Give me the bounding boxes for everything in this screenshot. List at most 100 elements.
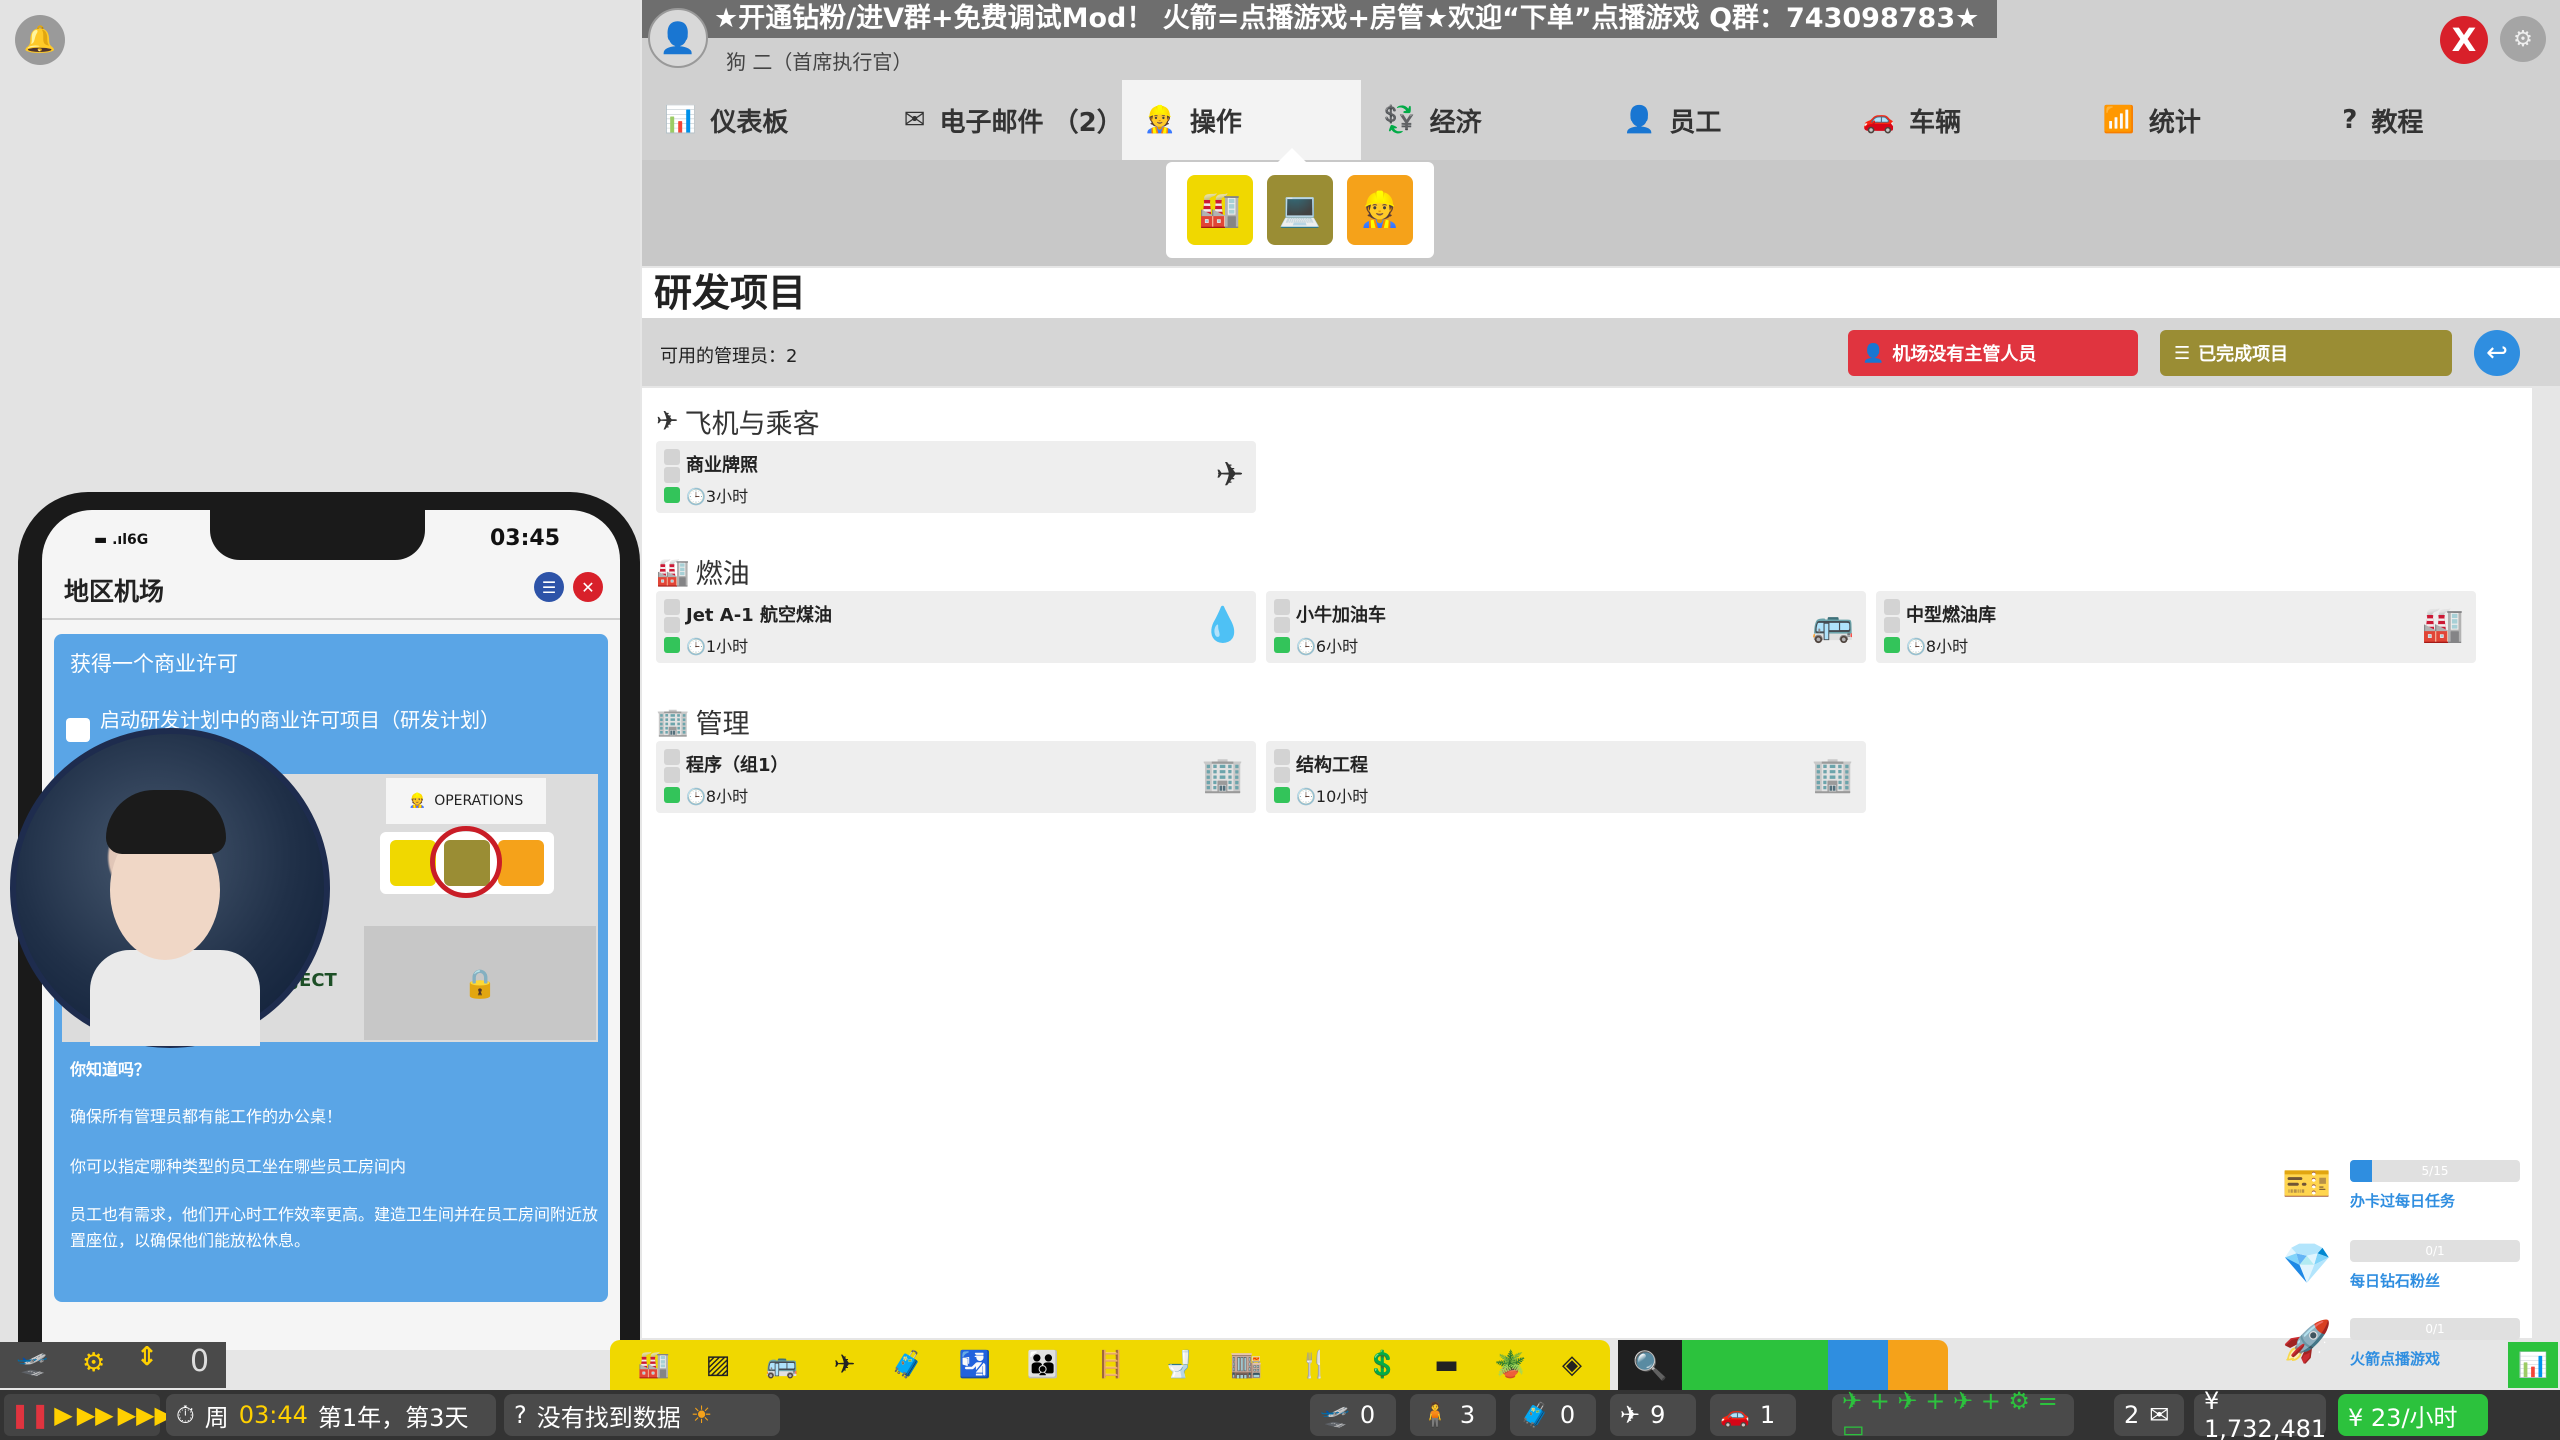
game-clock: ⏱ 周 03:44 第1年，第3天 [166, 1394, 496, 1436]
slot-indicator [1274, 749, 1290, 765]
search-icon[interactable]: 🔍 [1618, 1340, 1682, 1390]
research-card[interactable]: 结构工程 🕒10小时 🏢 [1266, 741, 1866, 813]
speed-controls[interactable]: ❚❚ ▶ ▶▶ ▶▶▶ [4, 1394, 173, 1436]
layers-icon[interactable]: ◈ [1562, 1350, 1582, 1380]
status-indicator [664, 487, 680, 503]
manager-icon: 👤 [1862, 342, 1885, 364]
staff-worker-icon[interactable]: 👷 [1347, 175, 1413, 245]
sun-icon: ☀ [690, 1401, 713, 1429]
counter: 0 [190, 1344, 210, 1379]
mission-progress: 0/1 [2350, 1240, 2520, 1262]
fuel-depot-icon[interactable]: 🏭 [1187, 175, 1253, 245]
money-icon[interactable]: 💲 [1366, 1350, 1398, 1380]
slot-indicator [664, 467, 680, 483]
slot-indicator [1274, 767, 1290, 783]
baggage-icon: 🧳 [1520, 1401, 1550, 1429]
tab-email[interactable]: ✉ 电子邮件 （2） [881, 80, 1123, 160]
security-icon[interactable]: 🛂 [959, 1350, 991, 1380]
ceo-avatar[interactable]: 👤 [648, 8, 708, 68]
shop-icon[interactable]: 🏬 [1230, 1350, 1262, 1380]
gear-icon[interactable]: ⚙ [82, 1348, 105, 1378]
airplane-landing-icon: ✈ [1215, 455, 1245, 495]
no-manager-button[interactable]: 👤 机场没有主管人员 [1848, 330, 2138, 376]
slot-indicator [664, 767, 680, 783]
notification-bell-icon[interactable]: 🔔 [15, 15, 65, 65]
tab-stats[interactable]: 📶 统计 [2080, 80, 2321, 160]
airplane-icon: ✈ + ✈ + ✈ + ⚙ = ▭ [1842, 1387, 2058, 1440]
plant-icon[interactable]: 🪴 [1494, 1350, 1526, 1380]
phone-close-icon[interactable]: ✕ [573, 572, 603, 602]
menu-icon[interactable]: ☰ [534, 572, 564, 602]
runway-icon: 🛫 [1320, 1401, 1350, 1429]
toilet-icon[interactable]: 🚽 [1163, 1350, 1195, 1380]
card-name: 结构工程 [1296, 755, 1368, 776]
research-card[interactable]: 中型燃油库 🕒8小时 🏭 [1876, 591, 2476, 663]
up-down-arrows-icon[interactable]: ⇕ [136, 1342, 158, 1372]
stairs-icon[interactable]: 🪜 [1095, 1350, 1127, 1380]
pause-icon[interactable]: ❚❚ [10, 1401, 50, 1429]
tab-economy[interactable]: 💱 经济 [1361, 80, 1601, 160]
fast-forward-icon[interactable]: ▶▶ [77, 1401, 114, 1429]
family-icon[interactable]: 👪 [1027, 1350, 1059, 1380]
card-time: 🕒8小时 [686, 787, 749, 806]
research-card[interactable]: 商业牌照 🕒3小时 ✈ [656, 441, 1256, 513]
page-title: 研发项目 [642, 268, 2560, 318]
stats-icon: 📶 [2102, 105, 2135, 135]
mail-pill[interactable]: 2 ✉ [2114, 1394, 2184, 1436]
status-message[interactable]: ? 没有找到数据 ☀ [504, 1394, 780, 1436]
bar-chart-icon[interactable]: 📊 [2508, 1342, 2558, 1388]
seats-icon[interactable]: ▬ [1434, 1350, 1459, 1380]
back-arrow-icon[interactable]: ↩ [2474, 330, 2520, 376]
phone-title: 地区机场 [64, 577, 165, 606]
diamond-badge-icon: 💎 [2282, 1241, 2332, 1287]
tab-dashboard[interactable]: 📊 仪表板 [642, 80, 882, 160]
tab-staff[interactable]: 👤 员工 [1601, 80, 1841, 160]
section-aircraft: ✈ 飞机与乘客 [656, 406, 820, 440]
slot-indicator [664, 617, 680, 633]
tip-text: 确保所有管理员都有能工作的办公桌！ [70, 1107, 343, 1126]
card-name: 中型燃油库 [1906, 605, 1996, 626]
slot-indicator [1274, 617, 1290, 633]
card-time: 🕒6小时 [1296, 637, 1359, 656]
highlight-circle [430, 826, 502, 898]
bus-icon[interactable]: 🚌 [766, 1350, 798, 1380]
lock-icon: 🔒 [364, 926, 596, 1040]
mail-icon: ✉ [2149, 1401, 2170, 1429]
card-name: 程序（组1） [686, 755, 789, 776]
status-indicator [1274, 787, 1290, 803]
completed-projects-button[interactable]: ☰ 已完成项目 [2160, 330, 2452, 376]
tab-vehicles[interactable]: 🚗 车辆 [1840, 80, 2081, 160]
airplane-icon[interactable]: ✈ [834, 1350, 856, 1380]
building-icon[interactable]: 🏭 [638, 1350, 670, 1380]
slot-indicator [664, 749, 680, 765]
satellite-icon[interactable] [1752, 1340, 1828, 1390]
research-laptop-icon[interactable]: 💻 [1267, 175, 1333, 245]
tab-operations[interactable]: 👷 操作 [1121, 80, 1362, 160]
flight-status-pill[interactable]: ✈ + ✈ + ✈ + ⚙ = ▭ [1832, 1387, 2074, 1440]
help-icon: ? [514, 1401, 527, 1429]
objective-checkbox[interactable] [66, 718, 90, 742]
research-card[interactable]: 程序（组1） 🕒8小时 🏢 [656, 741, 1256, 813]
divider [42, 618, 620, 620]
mission-label: 火箭点播游戏 [2350, 1350, 2441, 1368]
zone-icon[interactable]: ▨ [706, 1350, 731, 1380]
clock-icon: 🕒 [1296, 787, 1316, 806]
baggage-icon[interactable]: 🧳 [891, 1350, 923, 1380]
ship-icon[interactable] [1888, 1340, 1948, 1390]
settings-gear-icon[interactable]: ⚙ [2500, 16, 2546, 62]
list-icon: ☰ [2174, 342, 2191, 364]
tab-tutorial[interactable]: ? 教程 [2320, 80, 2560, 160]
restaurant-icon[interactable]: 🍴 [1298, 1350, 1330, 1380]
tools-icon[interactable] [1828, 1340, 1888, 1390]
status-indicator [664, 787, 680, 803]
runway-icon[interactable]: 🛫 [16, 1348, 48, 1378]
fastest-icon[interactable]: ▶▶▶ [118, 1401, 173, 1429]
research-card[interactable]: 小牛加油车 🕒6小时 🚌 [1266, 591, 1866, 663]
play-icon[interactable]: ▶ [54, 1401, 72, 1429]
bar-chart-icon: 📊 [664, 105, 697, 135]
dots-icon[interactable] [1682, 1340, 1752, 1390]
close-button[interactable]: X [2440, 16, 2488, 64]
fuel-truck-icon: 🚌 [1811, 605, 1854, 645]
gold-card-icon: 🎫 [2282, 1161, 2332, 1207]
research-card[interactable]: Jet A-1 航空煤油 🕒1小时 💧 [656, 591, 1256, 663]
